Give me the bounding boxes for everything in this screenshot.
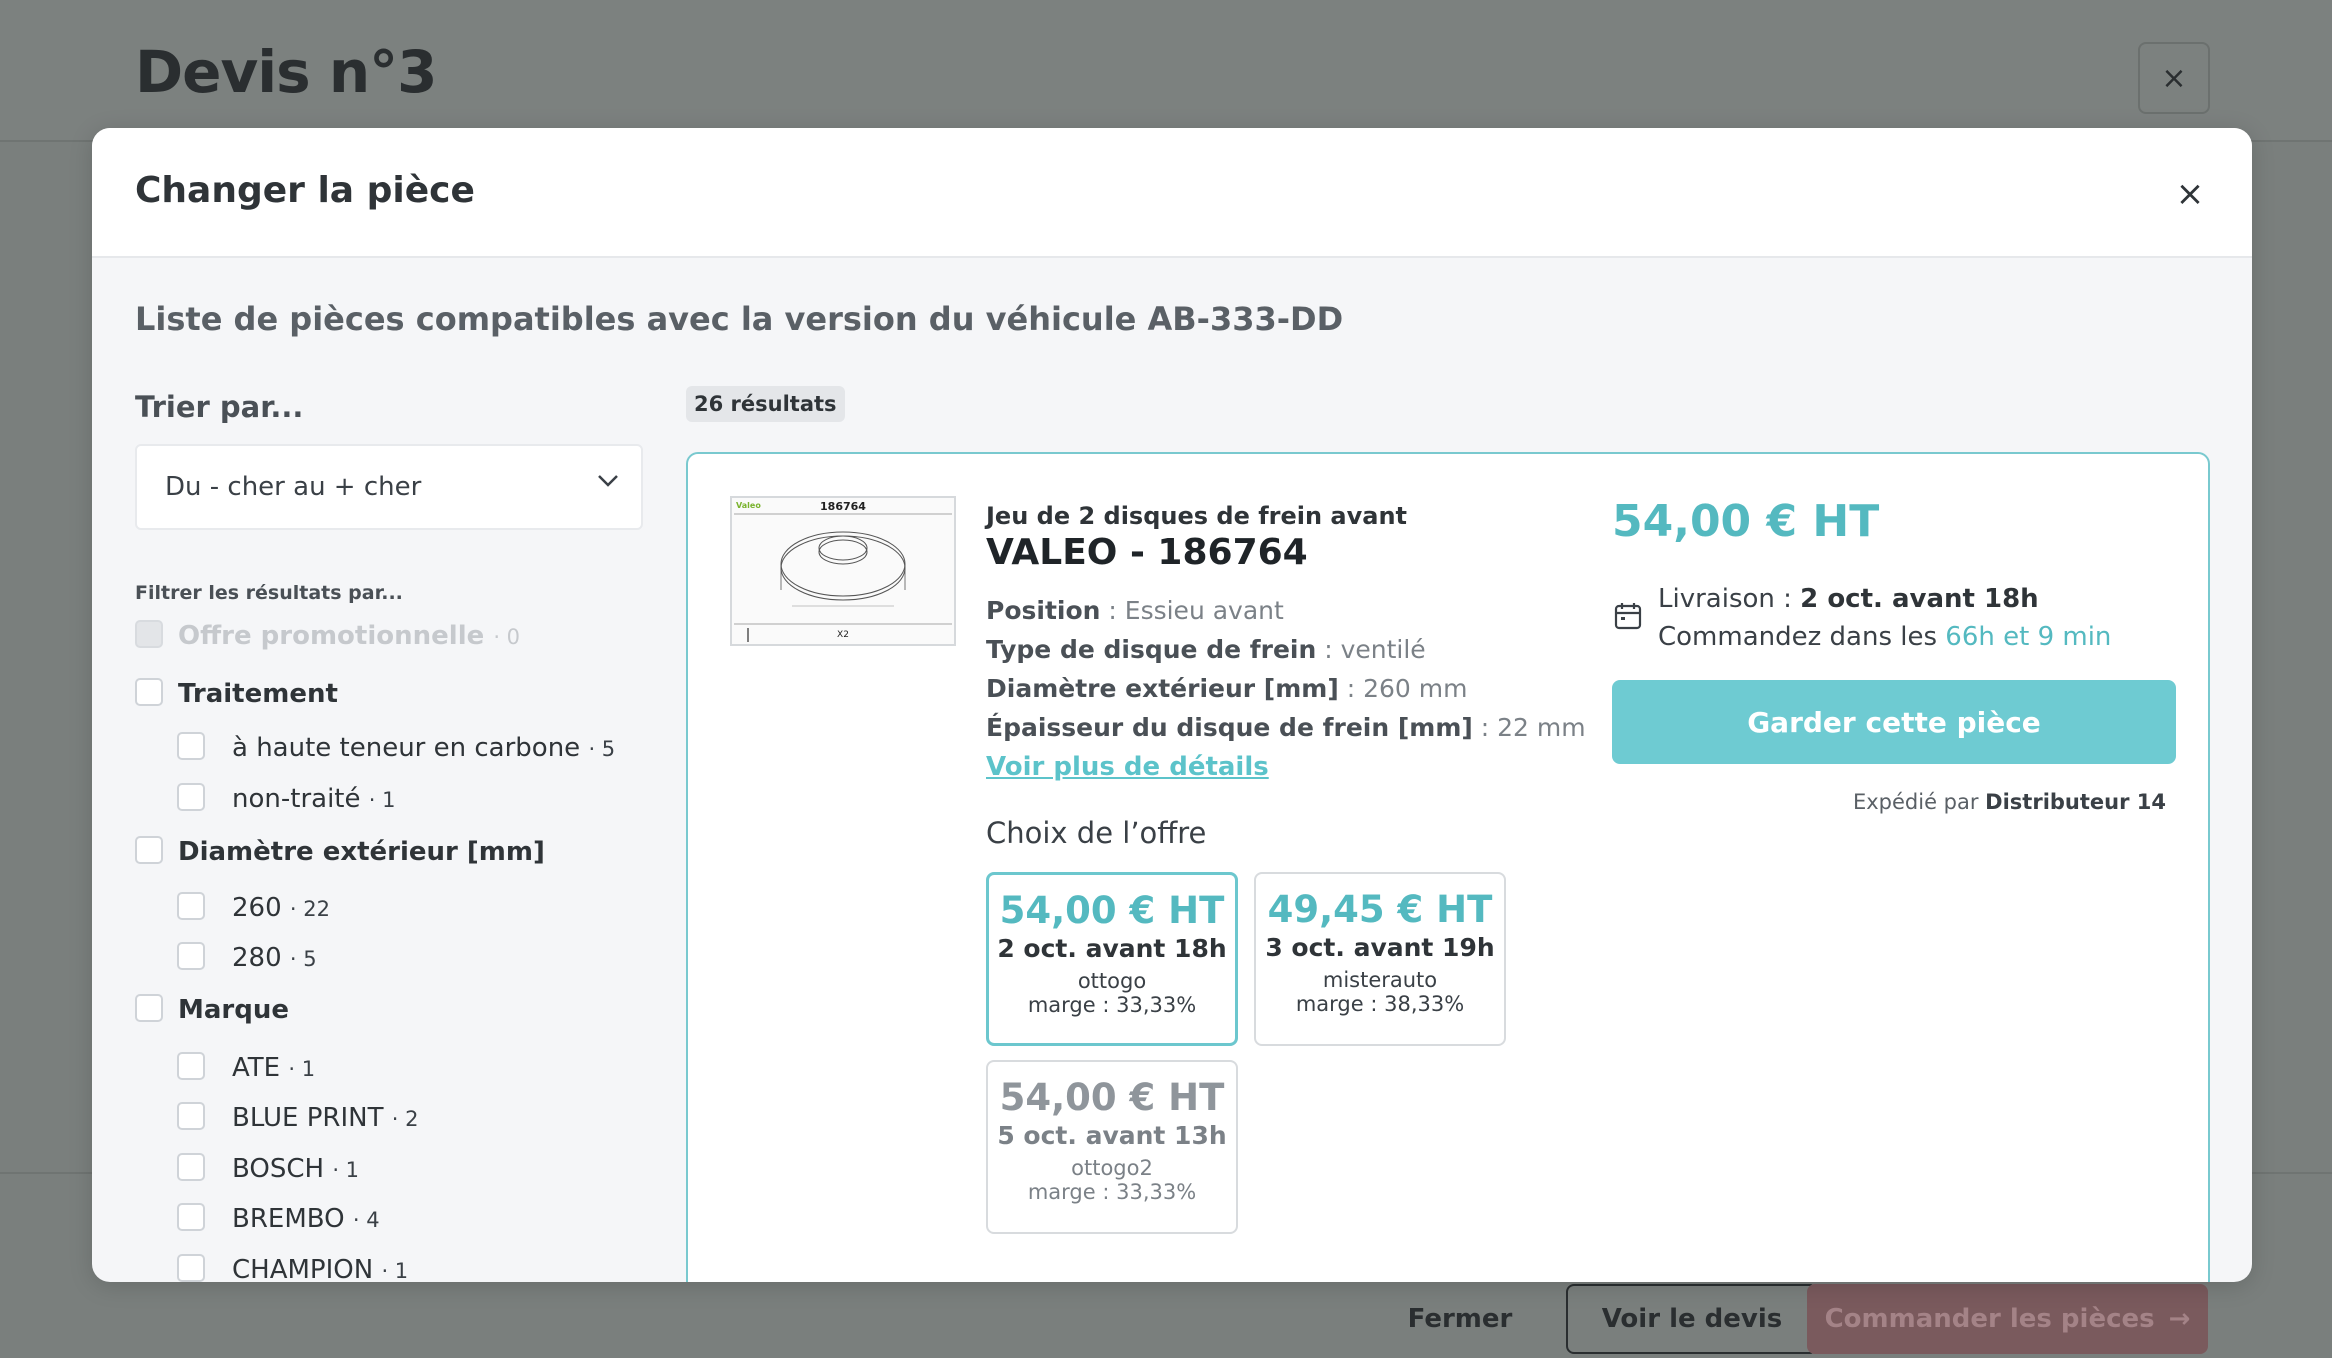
traitement-item-checkbox[interactable] — [177, 783, 205, 811]
offer-price: 54,00 € HT — [999, 889, 1225, 932]
diametre-item-checkbox[interactable] — [177, 892, 205, 920]
results-count-badge: 26 résultats — [686, 386, 845, 422]
modal-header: Changer la pièce × — [92, 128, 2252, 258]
product-attribute: Type de disque de frein : ventilé — [986, 635, 1426, 664]
offer-distributor: ottogo — [1077, 969, 1147, 993]
traitement-item-checkbox[interactable] — [177, 732, 205, 760]
marque-item-checkbox[interactable] — [177, 1102, 205, 1130]
commander-button[interactable]: Commander les pièces → — [1807, 1284, 2208, 1354]
commander-label: Commander les pièces — [1824, 1304, 2155, 1334]
marque-item-label: ATE · 1 — [232, 1053, 316, 1083]
promo-count: · 0 — [493, 625, 521, 649]
offer-date: 5 oct. avant 13h — [997, 1121, 1227, 1150]
page-close-button[interactable]: × — [2138, 42, 2210, 114]
svg-text:Valeo: Valeo — [736, 501, 761, 510]
modal-subtitle: Liste de pièces compatibles avec la vers… — [135, 300, 1344, 338]
product-card: Valeo 186764 X2 Jeu de 2 disques de frei… — [686, 452, 2210, 1282]
close-icon: × — [2161, 60, 2187, 96]
offer-card[interactable]: 49,45 € HT 3 oct. avant 19h misterauto m… — [1254, 872, 1506, 1046]
marque-item-label: BREMBO · 4 — [232, 1204, 380, 1234]
diametre-item-label: 280 · 5 — [232, 943, 317, 973]
marque-item-label: CHAMPION · 1 — [232, 1255, 409, 1282]
offer-heading: Choix de l’offre — [986, 816, 1207, 850]
svg-text:186764: 186764 — [820, 500, 866, 513]
diametre-filter-label: Diamètre extérieur [mm] — [178, 837, 545, 867]
marque-item-checkbox[interactable] — [177, 1153, 205, 1181]
offer-marge: marge : 33,33% — [1027, 1180, 1197, 1204]
sort-selected-value: Du - cher au + cher — [165, 472, 422, 502]
marque-item-checkbox[interactable] — [177, 1254, 205, 1282]
keep-part-button[interactable]: Garder cette pièce — [1612, 680, 2176, 764]
product-image[interactable]: Valeo 186764 X2 — [730, 496, 956, 646]
sort-select[interactable]: Du - cher au + cher — [135, 444, 643, 530]
product-title: VALEO - 186764 — [986, 532, 1308, 573]
chevron-down-icon — [598, 475, 618, 487]
diametre-item-checkbox[interactable] — [177, 942, 205, 970]
page-header: Devis n°3 × — [0, 0, 2332, 142]
traitement-item-label: à haute teneur en carbone · 5 — [232, 733, 616, 763]
marque-checkbox[interactable] — [135, 994, 163, 1022]
modal-title: Changer la pièce — [135, 170, 475, 211]
offer-price: 49,45 € HT — [1267, 888, 1493, 931]
traitement-filter-label: Traitement — [178, 679, 338, 709]
offer-date: 2 oct. avant 18h — [997, 934, 1227, 963]
offer-distributor: ottogo2 — [1071, 1156, 1153, 1180]
offer-card[interactable]: 54,00 € HT 5 oct. avant 13h ottogo2 marg… — [986, 1060, 1238, 1234]
promo-checkbox[interactable] — [135, 620, 163, 648]
marque-filter-label: Marque — [178, 995, 289, 1025]
offer-distributor: misterauto — [1322, 968, 1438, 992]
voir-devis-button[interactable]: Voir le devis — [1566, 1284, 1818, 1354]
marque-item-label: BLUE PRINT · 2 — [232, 1103, 419, 1133]
details-link[interactable]: Voir plus de détails — [986, 752, 1269, 782]
product-subtitle: Jeu de 2 disques de frein avant — [986, 502, 1408, 530]
offer-card-selected[interactable]: 54,00 € HT 2 oct. avant 18h ottogo marge… — [986, 872, 1238, 1046]
delivery-info: Livraison : 2 oct. avant 18h — [1658, 584, 2039, 614]
close-icon: × — [2175, 174, 2205, 214]
offer-price: 54,00 € HT — [999, 1076, 1225, 1119]
shipped-by: Expédié par Distributeur 14 — [1852, 790, 2166, 814]
sort-label: Trier par... — [135, 390, 304, 424]
diametre-item-label: 260 · 22 — [232, 893, 330, 923]
order-countdown: Commandez dans les 66h et 9 min — [1658, 622, 2112, 652]
modal-close-button[interactable]: × — [2168, 172, 2212, 216]
calendar-icon — [1614, 603, 1642, 630]
svg-text:X2: X2 — [837, 630, 849, 640]
filter-label: Filtrer les résultats par... — [135, 582, 403, 604]
promo-filter-label: Offre promotionnelle · 0 — [178, 621, 521, 651]
traitement-checkbox[interactable] — [135, 678, 163, 706]
traitement-item-label: non-traité · 1 — [232, 784, 396, 814]
marque-item-checkbox[interactable] — [177, 1203, 205, 1231]
offer-date: 3 oct. avant 19h — [1265, 933, 1495, 962]
product-attribute: Position : Essieu avant — [986, 596, 1284, 625]
change-part-modal: Changer la pièce × Liste de pièces compa… — [92, 128, 2252, 1282]
product-attribute: Épaisseur du disque de frein [mm] : 22 m… — [986, 713, 1586, 742]
marque-item-label: BOSCH · 1 — [232, 1154, 360, 1184]
page-title: Devis n°3 — [135, 38, 438, 106]
fermer-button[interactable]: Fermer — [1380, 1284, 1540, 1354]
product-attribute: Diamètre extérieur [mm] : 260 mm — [986, 674, 1468, 703]
diametre-checkbox[interactable] — [135, 836, 163, 864]
marque-item-checkbox[interactable] — [177, 1052, 205, 1080]
product-price: 54,00 € HT — [1612, 496, 1880, 547]
arrow-right-icon: → — [2168, 1304, 2191, 1334]
offer-marge: marge : 33,33% — [1027, 993, 1197, 1017]
brake-disc-drawing: Valeo 186764 X2 — [732, 498, 954, 644]
offer-marge: marge : 38,33% — [1295, 992, 1465, 1016]
